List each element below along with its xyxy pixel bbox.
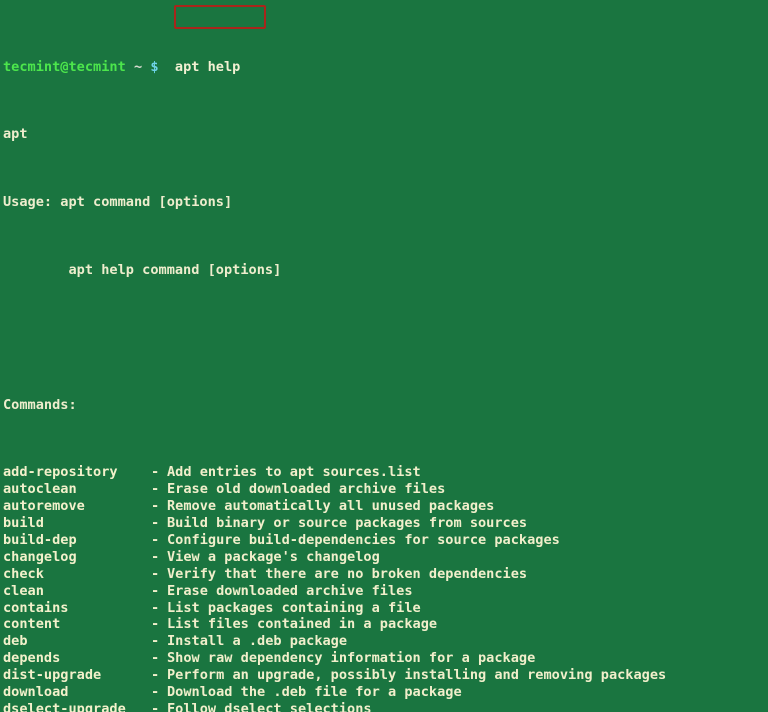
prompt-path: ~ xyxy=(133,58,143,75)
command-separator: - xyxy=(151,498,160,515)
command-name: dist-upgrade xyxy=(3,667,102,684)
command-description: Perform an upgrade, possibly installing … xyxy=(167,667,667,684)
command-name: changelog xyxy=(3,548,77,565)
command-row: clean - Erase downloaded archive files xyxy=(3,583,683,600)
terminal-screen: tecmint@tecmint ~ $ apt help apt Usage: … xyxy=(3,8,683,712)
command-description: Show raw dependency information for a pa… xyxy=(167,650,536,667)
command-description: Add entries to apt sources.list xyxy=(167,464,421,481)
command-separator: - xyxy=(151,515,160,532)
command-description: Erase downloaded archive files xyxy=(167,582,413,599)
command-separator: - xyxy=(151,582,160,599)
prompt-user-host: tecmint@tecmint xyxy=(3,58,126,75)
command-row: build - Build binary or source packages fr… xyxy=(3,515,683,532)
command-name: deb xyxy=(3,633,28,650)
command-row: autoclean - Erase old downloaded archive f… xyxy=(3,481,683,498)
command-row: check - Verify that there are no broken de… xyxy=(3,566,683,583)
command-description: List packages containing a file xyxy=(167,599,421,616)
prompt-symbol: $ xyxy=(150,58,159,75)
commands-heading: Commands: xyxy=(3,396,77,413)
command-description: Follow dselect selections xyxy=(167,700,372,712)
command-separator: - xyxy=(151,616,160,633)
command-separator: - xyxy=(151,481,160,498)
usage-label: Usage: xyxy=(3,193,53,210)
command-prompt-line: tecmint@tecmint ~ $ apt help xyxy=(3,59,683,76)
usage-text-1: apt command [options] xyxy=(60,193,233,210)
command-description: Remove automatically all unused packages xyxy=(167,498,495,515)
usage-indent xyxy=(3,262,68,278)
command-separator: - xyxy=(151,683,160,700)
command-row: build-dep - Configure build-dependencies f… xyxy=(3,532,683,549)
command-name: build-dep xyxy=(3,531,77,548)
command-name: contains xyxy=(3,599,69,616)
command-description: Download the .deb file for a package xyxy=(167,683,462,700)
command-name: autoremove xyxy=(3,498,85,515)
command-description: List files contained in a package xyxy=(167,616,438,633)
command-separator: - xyxy=(151,531,160,548)
command-name: dselect-upgrade xyxy=(3,700,126,712)
commands-list: add-repository - Add entries to apt source… xyxy=(3,464,683,712)
terminal-window[interactable]: tecmint@tecmint ~ $ apt help apt Usage: … xyxy=(0,0,768,712)
command-name: content xyxy=(3,616,61,633)
prompt-space-3 xyxy=(159,59,175,75)
command-separator: - xyxy=(151,464,160,481)
output-program-name: apt xyxy=(3,126,28,143)
command-separator: - xyxy=(151,633,160,650)
typed-command[interactable]: apt help xyxy=(175,59,240,75)
usage-line-1: Usage: apt command [options] xyxy=(3,194,683,211)
command-row: content - List files contained in a packag… xyxy=(3,616,683,633)
command-description: Verify that there are no broken dependen… xyxy=(167,565,528,582)
command-name: depends xyxy=(3,650,61,667)
command-name: clean xyxy=(3,582,44,599)
command-row: changelog - View a package's changelog xyxy=(3,549,683,566)
command-separator: - xyxy=(151,650,160,667)
command-row: deb - Install a .deb package xyxy=(3,633,683,650)
command-row: depends - Show raw dependency information … xyxy=(3,650,683,667)
command-separator: - xyxy=(151,700,160,712)
command-name: autoclean xyxy=(3,481,77,498)
command-row: contains - List packages containing a file xyxy=(3,600,683,617)
command-name: build xyxy=(3,515,44,532)
command-description: Configure build-dependencies for source … xyxy=(167,531,560,548)
command-row: add-repository - Add entries to apt source… xyxy=(3,464,683,481)
command-separator: - xyxy=(151,599,160,616)
command-name: add-repository xyxy=(3,464,118,481)
command-name: download xyxy=(3,683,69,700)
command-description: Install a .deb package xyxy=(167,633,348,650)
command-row: download - Download the .deb file for a pa… xyxy=(3,684,683,701)
command-name: check xyxy=(3,565,44,582)
command-description: Erase old downloaded archive files xyxy=(167,481,446,498)
prompt-space-1 xyxy=(126,59,134,75)
command-row: autoremove - Remove automatically all unus… xyxy=(3,498,683,515)
command-description: View a package's changelog xyxy=(167,548,380,565)
usage-line-2: apt help command [options] xyxy=(3,262,683,279)
command-description: Build binary or source packages from sou… xyxy=(167,515,528,532)
command-separator: - xyxy=(151,548,160,565)
command-separator: - xyxy=(151,667,160,684)
usage-text-2: apt help command [options] xyxy=(68,261,282,278)
command-row: dist-upgrade - Perform an upgrade, possibl… xyxy=(3,667,683,684)
command-row: dselect-upgrade - Follow dselect selection… xyxy=(3,701,683,712)
command-separator: - xyxy=(151,565,160,582)
